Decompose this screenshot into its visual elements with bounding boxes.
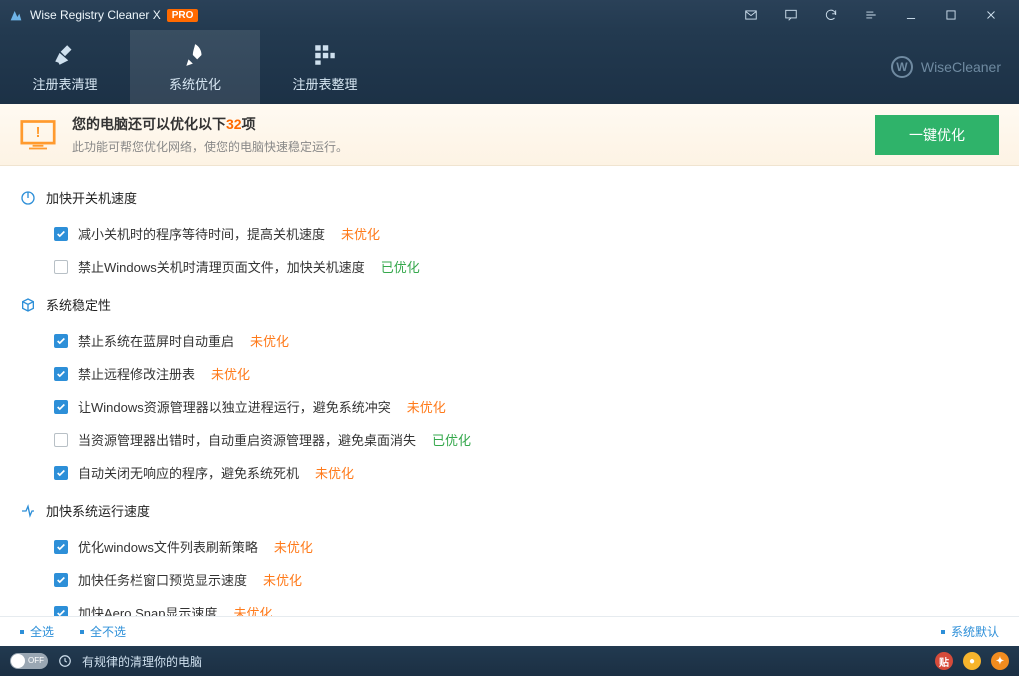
item-checkbox[interactable] — [54, 400, 68, 414]
item-text: 禁止远程修改注册表 — [78, 364, 195, 383]
optimize-item: 优化windows文件列表刷新策略未优化 — [20, 530, 999, 563]
logo-circle-icon: W — [891, 56, 913, 78]
optimize-item: 自动关闭无响应的程序，避免系统死机未优化 — [20, 456, 999, 489]
item-text: 减小关机时的程序等待时间，提高关机速度 — [78, 224, 325, 243]
optimize-banner: ! 您的电脑还可以优化以下32项 此功能可帮您优化网络，使您的电脑快速稳定运行。… — [0, 104, 1019, 166]
section-title: 加快系统运行速度 — [46, 501, 150, 520]
schedule-toggle[interactable]: OFF — [10, 653, 48, 669]
optimize-item: 当资源管理器出错时，自动重启资源管理器，避免桌面消失已优化 — [20, 423, 999, 456]
grid-icon — [312, 42, 338, 68]
section: 系统稳定性禁止系统在蓝屏时自动重启未优化禁止远程修改注册表未优化让Windows… — [20, 291, 999, 489]
optimize-item: 禁止远程修改注册表未优化 — [20, 357, 999, 390]
svg-text:!: ! — [36, 124, 41, 140]
item-checkbox[interactable] — [54, 466, 68, 480]
rocket-icon — [182, 42, 208, 68]
optimize-item: 加快Aero Snap显示速度 未优化 — [20, 596, 999, 616]
social-share-icon[interactable]: ✦ — [991, 652, 1009, 670]
tab-label: 注册表整理 — [292, 74, 357, 93]
item-text: 禁止Windows关机时清理页面文件，加快关机速度 — [78, 257, 365, 276]
item-checkbox[interactable] — [54, 367, 68, 381]
optimize-all-button[interactable]: 一键优化 — [875, 115, 999, 155]
section-title: 加快开关机速度 — [46, 188, 137, 207]
tab-registry-clean[interactable]: 注册表清理 — [0, 30, 130, 104]
pro-badge: PRO — [167, 9, 199, 22]
refresh-icon[interactable] — [811, 0, 851, 30]
tab-label: 注册表清理 — [32, 74, 97, 93]
optimize-item: 禁止系统在蓝屏时自动重启未优化 — [20, 324, 999, 357]
optimize-item: 加快任务栏窗口预览显示速度未优化 — [20, 563, 999, 596]
close-button[interactable] — [971, 0, 1011, 30]
item-status: 已优化 — [381, 257, 420, 276]
tab-system-optimize[interactable]: 系统优化 — [130, 30, 260, 104]
item-status: 已优化 — [432, 430, 471, 449]
maximize-button[interactable] — [931, 0, 971, 30]
banner-subtitle: 此功能可帮您优化网络，使您的电脑快速稳定运行。 — [72, 138, 875, 155]
item-status: 未优化 — [263, 570, 302, 589]
item-status: 未优化 — [407, 397, 446, 416]
item-text: 当资源管理器出错时，自动重启资源管理器，避免桌面消失 — [78, 430, 416, 449]
tabbar: 注册表清理 系统优化 注册表整理 W WiseCleaner — [0, 30, 1019, 104]
wisecleaner-logo[interactable]: W WiseCleaner — [891, 56, 1001, 78]
selection-footer: 全选 全不选 系统默认 — [0, 616, 1019, 646]
item-status: 未优化 — [274, 537, 313, 556]
item-text: 优化windows文件列表刷新策略 — [78, 537, 258, 556]
item-checkbox[interactable] — [54, 606, 68, 617]
tab-registry-defrag[interactable]: 注册表整理 — [260, 30, 390, 104]
item-text: 加快Aero Snap显示速度 — [78, 603, 217, 616]
item-checkbox[interactable] — [54, 573, 68, 587]
item-text: 禁止系统在蓝屏时自动重启 — [78, 331, 234, 350]
menu-icon[interactable] — [851, 0, 891, 30]
feedback-icon[interactable] — [771, 0, 811, 30]
section-header[interactable]: 加快开关机速度 — [20, 184, 999, 211]
item-checkbox[interactable] — [54, 540, 68, 554]
optimize-list[interactable]: 加快开关机速度减小关机时的程序等待时间，提高关机速度未优化禁止Windows关机… — [0, 166, 1019, 616]
system-default-link[interactable]: 系统默认 — [941, 623, 999, 640]
titlebar: Wise Registry Cleaner X PRO — [0, 0, 1019, 30]
schedule-text: 有规律的清理你的电脑 — [82, 653, 202, 670]
optimize-item: 让Windows资源管理器以独立进程运行，避免系统冲突未优化 — [20, 390, 999, 423]
optimize-item: 减小关机时的程序等待时间，提高关机速度未优化 — [20, 217, 999, 250]
item-checkbox[interactable] — [54, 227, 68, 241]
brand-text: WiseCleaner — [921, 59, 1001, 75]
item-checkbox[interactable] — [54, 433, 68, 447]
item-checkbox[interactable] — [54, 260, 68, 274]
warning-monitor-icon: ! — [20, 119, 56, 151]
banner-title: 您的电脑还可以优化以下32项 — [72, 114, 875, 134]
select-all-link[interactable]: 全选 — [20, 623, 54, 640]
broom-icon — [52, 42, 78, 68]
item-status: 未优化 — [233, 603, 272, 616]
item-status: 未优化 — [250, 331, 289, 350]
status-bar: OFF 有规律的清理你的电脑 贴 ● ✦ — [0, 646, 1019, 676]
item-status: 未优化 — [315, 463, 354, 482]
section-header[interactable]: 系统稳定性 — [20, 291, 999, 318]
minimize-button[interactable] — [891, 0, 931, 30]
section: 加快系统运行速度优化windows文件列表刷新策略未优化加快任务栏窗口预览显示速… — [20, 497, 999, 616]
mail-icon[interactable] — [731, 0, 771, 30]
select-none-link[interactable]: 全不选 — [80, 623, 126, 640]
clock-icon — [58, 654, 72, 668]
section-header[interactable]: 加快系统运行速度 — [20, 497, 999, 524]
section-title: 系统稳定性 — [46, 295, 111, 314]
optimize-item: 禁止Windows关机时清理页面文件，加快关机速度已优化 — [20, 250, 999, 283]
social-tieba-icon[interactable]: 贴 — [935, 652, 953, 670]
item-checkbox[interactable] — [54, 334, 68, 348]
app-title: Wise Registry Cleaner X — [30, 8, 161, 22]
item-status: 未优化 — [211, 364, 250, 383]
social-weibo-icon[interactable]: ● — [963, 652, 981, 670]
item-status: 未优化 — [341, 224, 380, 243]
item-text: 自动关闭无响应的程序，避免系统死机 — [78, 463, 299, 482]
item-text: 让Windows资源管理器以独立进程运行，避免系统冲突 — [78, 397, 391, 416]
app-icon — [8, 7, 24, 23]
tab-label: 系统优化 — [169, 74, 221, 93]
item-text: 加快任务栏窗口预览显示速度 — [78, 570, 247, 589]
section: 加快开关机速度减小关机时的程序等待时间，提高关机速度未优化禁止Windows关机… — [20, 184, 999, 283]
